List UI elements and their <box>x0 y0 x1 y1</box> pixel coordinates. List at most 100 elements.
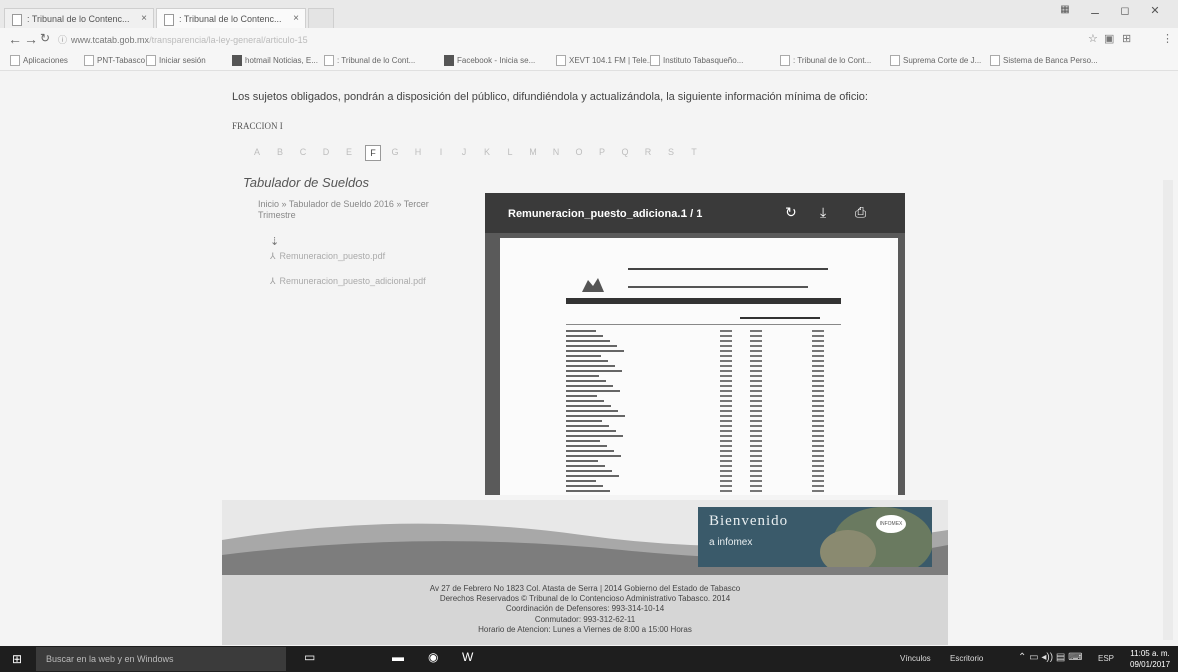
pdf-row-value <box>812 405 824 407</box>
infomex-banner[interactable]: Bienvenido a infomex INFOMEX <box>698 507 932 567</box>
pdf-row-label <box>566 390 620 392</box>
extension-icon[interactable]: ⊞ <box>1122 32 1131 45</box>
letter-link-b[interactable]: B <box>273 145 287 159</box>
letter-link-k[interactable]: K <box>480 145 494 159</box>
bookmark-item[interactable]: Sistema de Banca Perso... <box>990 55 1098 67</box>
url-path: /transparencia/la-ley-general/articulo-1… <box>149 35 308 45</box>
bookmark-apps[interactable]: Aplicaciones <box>10 55 68 67</box>
chrome-icon[interactable]: ◉ <box>428 650 438 664</box>
pdf-link-remuneracion-adicional[interactable]: ⅄ Remuneracion_puesto_adicional.pdf <box>270 276 426 287</box>
tray-desktop[interactable]: Escritorio <box>950 654 983 663</box>
task-view-icon[interactable]: ▭ <box>304 650 315 664</box>
star-bookmark-icon[interactable]: ☆ <box>1088 32 1098 45</box>
letter-link-l[interactable]: L <box>503 145 517 159</box>
letter-link-a[interactable]: A <box>250 145 264 159</box>
letter-link-p[interactable]: P <box>595 145 609 159</box>
cast-icon[interactable]: ▣ <box>1104 32 1114 45</box>
rotate-icon[interactable]: ↻ <box>785 204 797 221</box>
letter-link-e[interactable]: E <box>342 145 356 159</box>
back-arrow-icon[interactable]: ← <box>8 31 22 47</box>
pdf-row-value <box>720 435 732 437</box>
pdf-row-value <box>750 435 762 437</box>
close-window-button[interactable]: ✕ <box>1140 4 1170 17</box>
letter-link-c[interactable]: C <box>296 145 310 159</box>
bookmark-label: hotmail Noticias, E... <box>245 56 318 65</box>
bookmark-item[interactable]: Iniciar sesión <box>146 55 206 67</box>
pdf-file-icon: ⅄ <box>270 276 276 286</box>
bookmark-item[interactable]: PNT-Tabasco <box>84 55 145 67</box>
browser-tab-1[interactable]: : Tribunal de lo Contenc... × <box>4 8 154 28</box>
fraccion-heading: FRACCION I <box>232 121 283 131</box>
banner-subtitle: a infomex <box>709 537 753 548</box>
letter-link-r[interactable]: R <box>641 145 655 159</box>
language-indicator[interactable]: ESP <box>1098 654 1114 663</box>
pdf-row-label <box>566 435 623 437</box>
section-title: Tabulador de Sueldos <box>243 175 370 190</box>
new-tab-button[interactable] <box>308 8 334 28</box>
download-icon[interactable]: ⤓ <box>820 204 826 221</box>
pdf-row-value <box>720 455 732 457</box>
bookmark-item[interactable]: Suprema Corte de J... <box>890 55 981 67</box>
taskbar-clock[interactable]: 11:05 a. m. 09/01/2017 <box>1130 648 1170 670</box>
bookmark-label: : Tribunal de lo Cont... <box>337 56 416 65</box>
pdf-row-value <box>750 445 762 447</box>
letter-link-f[interactable]: F <box>365 145 381 161</box>
close-tab-icon[interactable]: × <box>141 9 147 28</box>
pdf-row-value <box>720 345 732 347</box>
letter-link-t[interactable]: T <box>687 145 701 159</box>
letter-link-m[interactable]: M <box>526 145 540 159</box>
user-icon[interactable]: ▦ <box>1050 4 1080 15</box>
maximize-button[interactable]: ◻ <box>1110 4 1140 17</box>
letter-link-h[interactable]: H <box>411 145 425 159</box>
word-icon[interactable]: W <box>462 650 473 664</box>
pdf-page-counter: 1 / 1 <box>681 208 703 220</box>
tray-links[interactable]: Vínculos <box>900 654 931 663</box>
forward-arrow-icon[interactable]: → <box>24 31 38 47</box>
letter-link-d[interactable]: D <box>319 145 333 159</box>
letter-link-n[interactable]: N <box>549 145 563 159</box>
page-scrollbar[interactable] <box>1163 180 1173 640</box>
pdf-viewer[interactable]: Remuneracion_puesto_adiciona... 1 / 1 ↻ … <box>485 193 905 495</box>
letter-link-o[interactable]: O <box>572 145 586 159</box>
bookmark-item[interactable]: Facebook - Inicia se... <box>444 55 535 67</box>
menu-icon[interactable]: ⋮ <box>1162 32 1173 45</box>
bookmark-item[interactable]: Instituto Tabasqueño... <box>650 55 743 67</box>
pdf-row-value <box>812 375 824 377</box>
breadcrumb[interactable]: Inicio » Tabulador de Sueldo 2016 » Terc… <box>258 199 458 221</box>
letter-link-s[interactable]: S <box>664 145 678 159</box>
taskbar-search-box[interactable]: Buscar en la web y en Windows <box>36 647 286 671</box>
bookmark-label: Aplicaciones <box>23 56 68 65</box>
pdf-row-value <box>750 380 762 382</box>
file-explorer-icon[interactable]: ▬ <box>392 650 404 664</box>
apps-grid-icon <box>10 55 20 67</box>
minimize-button[interactable]: – <box>1080 4 1110 20</box>
pdf-link-remuneracion[interactable]: ⅄ Remuneracion_puesto.pdf <box>270 251 385 262</box>
pdf-row-label <box>566 375 599 377</box>
pdf-row-value <box>812 390 824 392</box>
bookmark-item[interactable]: : Tribunal de lo Cont... <box>780 55 871 67</box>
close-tab-icon[interactable]: × <box>293 9 299 28</box>
reload-icon[interactable]: ↻ <box>40 31 50 45</box>
start-button[interactable]: ⊞ <box>0 646 36 672</box>
bookmark-label: : Tribunal de lo Cont... <box>793 56 872 65</box>
address-bar[interactable]: ⓘ www.tcatab.gob.mx/transparencia/la-ley-… <box>58 32 1058 48</box>
tab-label: : Tribunal de lo Contenc... <box>27 14 130 24</box>
bookmark-item[interactable]: hotmail Noticias, E... <box>232 55 318 67</box>
pdf-row-value <box>750 485 762 487</box>
clock-date: 09/01/2017 <box>1130 660 1171 669</box>
pdf-row-value <box>750 365 762 367</box>
print-icon[interactable]: ⎙ <box>855 204 866 221</box>
pdf-row-value <box>750 420 762 422</box>
letter-link-q[interactable]: Q <box>618 145 632 159</box>
clock-time: 11:05 a. m. <box>1130 649 1170 658</box>
letter-link-j[interactable]: J <box>457 145 471 159</box>
bookmark-item[interactable]: : Tribunal de lo Cont... <box>324 55 415 67</box>
browser-tab-2[interactable]: : Tribunal de lo Contenc... × <box>156 8 306 28</box>
pdf-row-value <box>750 375 762 377</box>
pdf-file-icon: ⅄ <box>270 251 276 261</box>
letter-link-i[interactable]: I <box>434 145 448 159</box>
pdf-row-value <box>750 465 762 467</box>
tray-icons[interactable]: ⌃ ▭ ◂)) ▤ ⌨ <box>1018 652 1083 663</box>
letter-link-g[interactable]: G <box>388 145 402 159</box>
bookmark-item[interactable]: XEVT 104.1 FM | Tele... <box>556 55 654 67</box>
